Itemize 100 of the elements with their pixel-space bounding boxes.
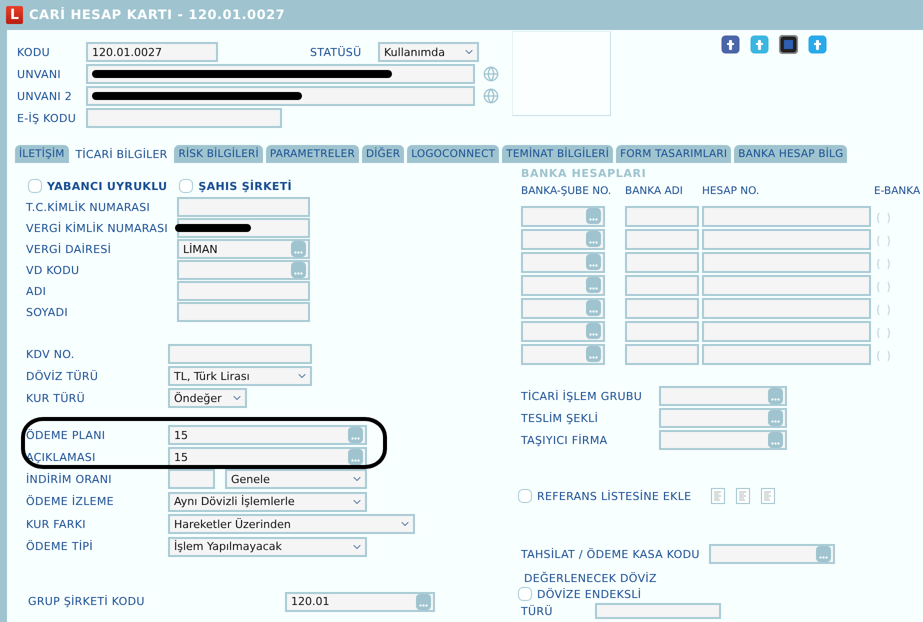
document-icon[interactable] bbox=[761, 488, 776, 504]
lookup-field[interactable] bbox=[177, 260, 310, 280]
lookup-button[interactable] bbox=[348, 427, 363, 443]
lookup-field[interactable] bbox=[521, 298, 605, 318]
ellipsis-icon bbox=[589, 333, 598, 336]
dropdown[interactable]: Genele bbox=[225, 469, 367, 489]
ellipsis-icon bbox=[351, 459, 360, 462]
column-header: BANKA ADI bbox=[625, 185, 684, 199]
radio-button[interactable] bbox=[876, 304, 891, 316]
checkbox[interactable] bbox=[179, 179, 194, 193]
checkbox[interactable] bbox=[518, 587, 532, 601]
lookup-button[interactable] bbox=[816, 546, 831, 562]
tab[interactable]: TEMİNAT BİLGİLERİ bbox=[502, 145, 614, 163]
dropdown[interactable]: İşlem Yapılmayacak bbox=[168, 536, 367, 556]
lookup-field[interactable]: LİMAN bbox=[177, 239, 310, 259]
input-field[interactable]: 120.01.0027 bbox=[86, 42, 218, 62]
tab[interactable]: DİĞER bbox=[362, 145, 404, 163]
lookup-field[interactable] bbox=[659, 408, 787, 428]
input-field[interactable] bbox=[702, 206, 871, 226]
input-field[interactable] bbox=[702, 344, 871, 364]
field-label: STATÜSÜ bbox=[310, 46, 362, 58]
lookup-field[interactable]: 120.01 bbox=[285, 592, 435, 612]
input-field[interactable] bbox=[86, 64, 475, 84]
document-icon[interactable] bbox=[711, 488, 726, 504]
lookup-button[interactable] bbox=[768, 388, 783, 404]
tab[interactable]: BANKA HESAP BİLG bbox=[734, 145, 848, 163]
tab[interactable]: TİCARİ BİLGİLER bbox=[72, 145, 172, 163]
lookup-field[interactable]: 15 bbox=[168, 447, 367, 467]
lookup-button[interactable] bbox=[586, 231, 601, 247]
input-field[interactable] bbox=[86, 86, 475, 106]
input-field[interactable] bbox=[625, 252, 699, 272]
input-field[interactable] bbox=[625, 206, 699, 226]
lookup-button[interactable] bbox=[416, 594, 431, 610]
tab[interactable]: LOGOCONNECT bbox=[407, 145, 500, 163]
lookup-field[interactable] bbox=[521, 206, 605, 226]
input-field[interactable] bbox=[702, 320, 871, 342]
input-field[interactable] bbox=[177, 197, 310, 217]
section-label: DEĞERLENECEK DÖVİZ bbox=[524, 572, 658, 585]
input-field[interactable] bbox=[702, 252, 871, 272]
lookup-button[interactable] bbox=[291, 241, 306, 257]
lookup-field[interactable] bbox=[521, 320, 605, 342]
social-icon[interactable] bbox=[721, 35, 740, 54]
field-label: TESLİM ŞEKLİ bbox=[521, 412, 600, 424]
tab[interactable]: FORM TASARIMLARI bbox=[616, 145, 732, 163]
lookup-field[interactable]: 15 bbox=[168, 425, 367, 445]
lookup-field[interactable] bbox=[521, 252, 605, 272]
input-field[interactable] bbox=[625, 228, 699, 250]
radio-button[interactable] bbox=[876, 350, 891, 362]
dropdown[interactable]: Hareketler Üzerinden bbox=[168, 514, 415, 534]
input-field[interactable] bbox=[625, 320, 699, 342]
lookup-button[interactable] bbox=[586, 254, 601, 270]
checkbox[interactable] bbox=[518, 489, 532, 503]
input-field[interactable] bbox=[168, 344, 312, 364]
input-field[interactable] bbox=[625, 274, 699, 296]
radio-button[interactable] bbox=[876, 212, 891, 224]
lookup-field[interactable] bbox=[659, 430, 787, 450]
field-label: TAŞIYICI FİRMA bbox=[521, 434, 608, 446]
dropdown[interactable]: TL, Türk Lirası bbox=[168, 366, 312, 386]
lookup-button[interactable] bbox=[768, 432, 783, 448]
tab[interactable]: PARAMETRELER bbox=[266, 145, 359, 163]
radio-button[interactable] bbox=[876, 234, 891, 246]
tab[interactable]: RİSK BİLGİLERİ bbox=[174, 145, 263, 163]
lookup-button[interactable] bbox=[586, 208, 601, 224]
input-field[interactable] bbox=[177, 302, 310, 322]
tab[interactable]: İLETİŞİM bbox=[15, 145, 69, 163]
lookup-field[interactable] bbox=[521, 344, 605, 364]
lookup-button[interactable] bbox=[291, 262, 306, 278]
lookup-button[interactable] bbox=[586, 277, 601, 293]
lookup-field[interactable] bbox=[659, 386, 787, 406]
input-field[interactable] bbox=[702, 298, 871, 318]
dropdown[interactable] bbox=[595, 603, 721, 619]
input-field[interactable] bbox=[177, 218, 310, 238]
lookup-button[interactable] bbox=[348, 449, 363, 465]
dropdown[interactable]: Aynı Dövizli İşlemlerle bbox=[168, 492, 367, 512]
radio-button[interactable] bbox=[876, 326, 891, 338]
input-field[interactable] bbox=[702, 228, 871, 250]
field-label: ÖDEME TİPİ bbox=[26, 540, 94, 553]
input-field[interactable] bbox=[86, 108, 282, 128]
social-icon[interactable] bbox=[779, 35, 798, 54]
lookup-button[interactable] bbox=[586, 323, 601, 339]
lookup-field[interactable] bbox=[521, 228, 605, 250]
input-field[interactable] bbox=[177, 281, 310, 301]
input-field[interactable] bbox=[625, 344, 699, 364]
globe-icon[interactable] bbox=[483, 88, 499, 104]
lookup-button[interactable] bbox=[768, 410, 783, 426]
checkbox[interactable] bbox=[28, 179, 42, 193]
dropdown[interactable]: Kullanımda bbox=[378, 42, 479, 62]
lookup-field[interactable] bbox=[709, 544, 835, 564]
field-label: VERGİ DAİRESİ bbox=[26, 242, 112, 256]
lookup-button[interactable] bbox=[586, 300, 601, 316]
document-icon[interactable] bbox=[736, 488, 750, 504]
input-field[interactable] bbox=[168, 469, 215, 489]
dropdown[interactable]: Öndeğer bbox=[168, 388, 247, 408]
input-field[interactable] bbox=[702, 274, 871, 296]
lookup-button[interactable] bbox=[586, 346, 601, 362]
radio-button[interactable] bbox=[876, 280, 891, 292]
lookup-field[interactable] bbox=[521, 274, 605, 296]
radio-button[interactable] bbox=[876, 258, 891, 270]
globe-icon[interactable] bbox=[483, 66, 499, 82]
input-field[interactable] bbox=[625, 298, 699, 318]
